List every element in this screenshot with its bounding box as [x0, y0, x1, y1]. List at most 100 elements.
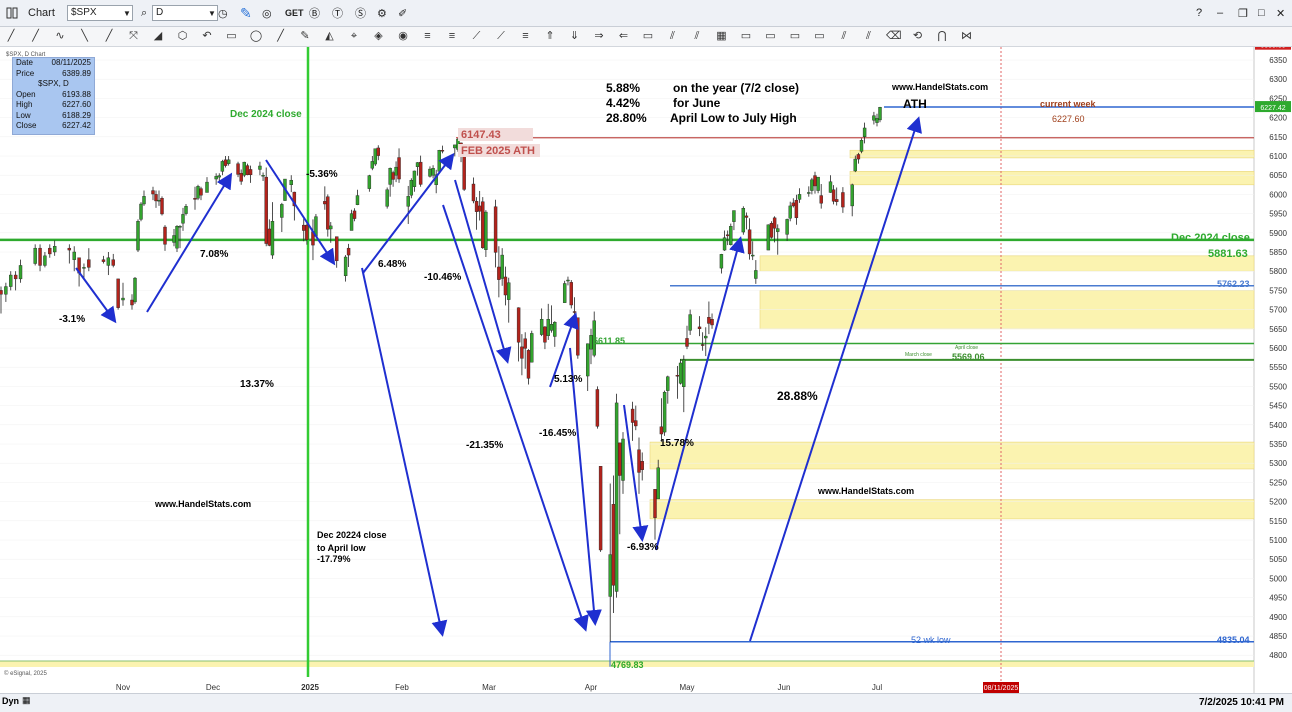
pct-label: -10.46% — [424, 272, 461, 283]
candle — [751, 254, 755, 257]
pct-label: -21.35% — [466, 440, 503, 451]
fib-extension-icon[interactable]: ≡ — [445, 29, 459, 43]
arrow-down-icon[interactable]: ⇓ — [568, 29, 582, 43]
curve-tool-icon[interactable]: ∿ — [53, 29, 67, 43]
candle — [549, 323, 554, 331]
trend-tool-icon[interactable]: ╲ — [78, 29, 92, 43]
pencil-icon[interactable]: ✎ — [240, 3, 252, 23]
fib-icon[interactable]: ◭ — [323, 29, 337, 43]
line-tool-icon[interactable]: ╱ — [4, 29, 18, 43]
candle — [178, 226, 182, 228]
candle — [217, 175, 221, 178]
ray-tool-icon[interactable]: ╱ — [29, 29, 43, 43]
candle — [831, 189, 836, 202]
low-4769-label: 4769.83 — [611, 660, 644, 670]
ellipse-icon[interactable]: ◯ — [249, 29, 263, 43]
candle — [474, 201, 479, 212]
calendar-icon[interactable]: ▦ — [22, 695, 31, 706]
get-icon[interactable]: GET — [285, 3, 304, 23]
crosshair-icon[interactable]: ⌖ — [347, 29, 361, 43]
minimize-icon[interactable]: – — [1217, 3, 1223, 23]
rectangle-icon[interactable]: ▭ — [225, 29, 239, 43]
fan-icon[interactable]: ⫽ — [837, 29, 851, 43]
eraser-icon[interactable]: ⌫ — [886, 29, 902, 43]
data-row-date: Date 08/11/2025 — [16, 58, 91, 67]
chevron-down-icon[interactable]: ▼ — [208, 9, 216, 18]
y-tick-label: 5050 — [1269, 555, 1287, 564]
box-icon[interactable]: ▭ — [641, 29, 655, 43]
june-pct: 4.42% — [606, 96, 640, 110]
circle-icon[interactable]: ◉ — [396, 29, 410, 43]
candle — [523, 338, 527, 349]
regression-icon[interactable]: ≡ — [519, 29, 533, 43]
candle — [52, 246, 57, 253]
candle — [205, 181, 209, 193]
y-tick-label: 5950 — [1269, 210, 1287, 219]
dyn-label[interactable]: Dyn — [2, 696, 19, 706]
s-icon[interactable]: Ⓢ — [355, 3, 366, 23]
fib-retracement-icon[interactable]: ≡ — [421, 29, 435, 43]
site-label: www.HandelStats.com — [154, 499, 251, 509]
candle — [236, 163, 240, 175]
gann-fan-icon[interactable]: ⟋ — [470, 29, 484, 43]
candle — [440, 150, 445, 152]
price-chart[interactable]: $SPX, D Chart480048504900495050005050510… — [0, 47, 1292, 693]
channel-icon[interactable]: ⤧ — [127, 29, 141, 43]
undo-icon[interactable]: ⟲ — [911, 29, 925, 43]
arrow-up-icon[interactable]: ⇑ — [543, 29, 557, 43]
gear-icon[interactable]: ⚙ — [377, 3, 387, 23]
pen-icon[interactable]: ╱ — [274, 29, 288, 43]
candle — [305, 224, 309, 240]
edit-icon[interactable]: ✐ — [398, 3, 407, 23]
t-icon[interactable]: Ⓣ — [332, 3, 343, 23]
cursor-date-label: 08/11/2025 — [984, 685, 1019, 692]
restore-icon[interactable]: ❐ — [1238, 3, 1248, 23]
candle — [376, 147, 380, 156]
candle — [747, 229, 752, 255]
y-tick-label: 5750 — [1269, 286, 1287, 295]
wave-icon[interactable]: ◎ — [262, 3, 272, 23]
parallel-icon[interactable]: ⫽ — [666, 29, 680, 43]
extended-line-icon[interactable]: ╱ — [102, 29, 116, 43]
level-5762-label: 5762.23 — [1217, 279, 1250, 289]
interval-input-wrap[interactable]: D ▼ — [152, 3, 218, 23]
candle — [659, 426, 664, 435]
arrow-left-icon[interactable]: ⇐ — [617, 29, 631, 43]
text-box-icon[interactable]: ▭ — [739, 29, 753, 43]
candle — [481, 201, 485, 248]
arc-icon[interactable]: ↶ — [200, 29, 214, 43]
b-icon[interactable]: Ⓑ — [309, 3, 320, 23]
candle — [675, 375, 680, 377]
clock-icon[interactable]: ◷ — [218, 3, 228, 23]
note-icon[interactable]: ▭ — [764, 29, 778, 43]
x-tick-label: 2025 — [301, 683, 319, 692]
target-icon[interactable]: ◈ — [372, 29, 386, 43]
candle — [453, 144, 457, 149]
callout-icon[interactable]: ▭ — [813, 29, 827, 43]
wave-tool-icon[interactable]: ⫽ — [862, 29, 876, 43]
candle — [704, 335, 708, 339]
label-icon[interactable]: ▭ — [788, 29, 802, 43]
candle — [151, 190, 155, 195]
close-icon[interactable]: ✕ — [1276, 3, 1285, 23]
candle — [697, 326, 702, 330]
chevron-down-icon[interactable]: ▼ — [123, 9, 131, 18]
symbol-input-wrap[interactable]: $SPX ▼ — [67, 3, 133, 23]
pct-label: 15.78% — [660, 438, 694, 449]
pct-label: -3.1% — [59, 314, 85, 325]
pitchfork-icon[interactable]: ⟋ — [494, 29, 508, 43]
brush-icon[interactable]: ✎ — [298, 29, 312, 43]
grid-icon[interactable]: ▦ — [715, 29, 729, 43]
polygon-icon[interactable]: ⬡ — [176, 29, 190, 43]
y-tick-label: 5000 — [1269, 574, 1287, 583]
candle — [546, 319, 550, 336]
link-icon[interactable]: ⋈ — [960, 29, 974, 43]
magnet-icon[interactable]: ⋂ — [935, 29, 949, 43]
triangle-icon[interactable]: ◢ — [151, 29, 165, 43]
andrews-icon[interactable]: ⫽ — [690, 29, 704, 43]
candle — [199, 188, 203, 196]
maximize-icon[interactable]: □ — [1258, 3, 1265, 23]
search-icon[interactable]: ⌕ — [141, 3, 147, 23]
arrow-right-icon[interactable]: ⇒ — [592, 29, 606, 43]
help-icon[interactable]: ? — [1196, 3, 1202, 23]
